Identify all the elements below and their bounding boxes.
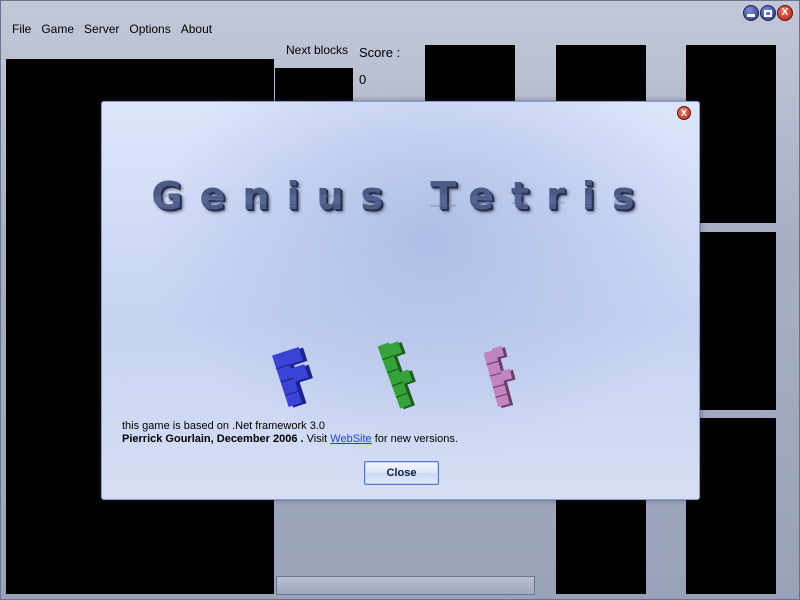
title-reflection-text: Genius Tetris — [151, 190, 652, 210]
website-link[interactable]: WebSite — [330, 433, 371, 445]
next-blocks-preview — [275, 68, 353, 103]
menu-options[interactable]: Options — [124, 21, 175, 37]
opponent-board-1 — [425, 45, 515, 105]
visit-text: Visit — [303, 433, 331, 445]
close-button-label: Close — [386, 467, 417, 479]
minimize-icon — [747, 13, 755, 17]
app-window: X File Game Server Options About Next bl… — [0, 0, 800, 600]
close-window-button[interactable]: X — [777, 5, 793, 21]
dialog-close-x-button[interactable]: X — [677, 106, 691, 120]
close-button[interactable]: Close — [364, 461, 439, 485]
opponent-board-2 — [556, 45, 646, 105]
after-link-text: for new versions. — [371, 433, 458, 445]
menu-game[interactable]: Game — [36, 21, 79, 37]
author-text: Pierrick Gourlain, December 2006 . — [122, 433, 304, 445]
menu-about[interactable]: About — [176, 21, 217, 37]
menu-bar: File Game Server Options About — [7, 21, 217, 37]
close-icon: X — [781, 7, 789, 18]
blue-tetris-piece-icon — [272, 346, 313, 408]
green-tetris-piece-icon — [377, 341, 416, 410]
author-info-line: Pierrick Gourlain, December 2006 . Visit… — [122, 433, 458, 445]
framework-info-text: this game is based on .Net framework 3.0 — [122, 420, 325, 432]
maximize-icon — [764, 9, 772, 17]
next-blocks-label: Next blocks — [286, 43, 349, 57]
pink-tetris-piece-icon — [483, 346, 516, 409]
menu-file[interactable]: File — [7, 21, 36, 37]
score-label: Score : — [359, 45, 401, 60]
progress-bar — [276, 576, 535, 595]
game-title-reflection: Genius Tetris — [102, 190, 701, 210]
maximize-button[interactable] — [760, 5, 776, 21]
title-block: Genius Tetris Genius Tetris — [102, 174, 701, 244]
about-dialog: X Genius Tetris Genius Tetris this game … — [101, 101, 700, 500]
opponent-board-6 — [556, 499, 646, 594]
score-value: 0 — [359, 72, 367, 87]
close-icon: X — [680, 108, 687, 118]
menu-server[interactable]: Server — [79, 21, 124, 37]
minimize-button[interactable] — [743, 5, 759, 21]
